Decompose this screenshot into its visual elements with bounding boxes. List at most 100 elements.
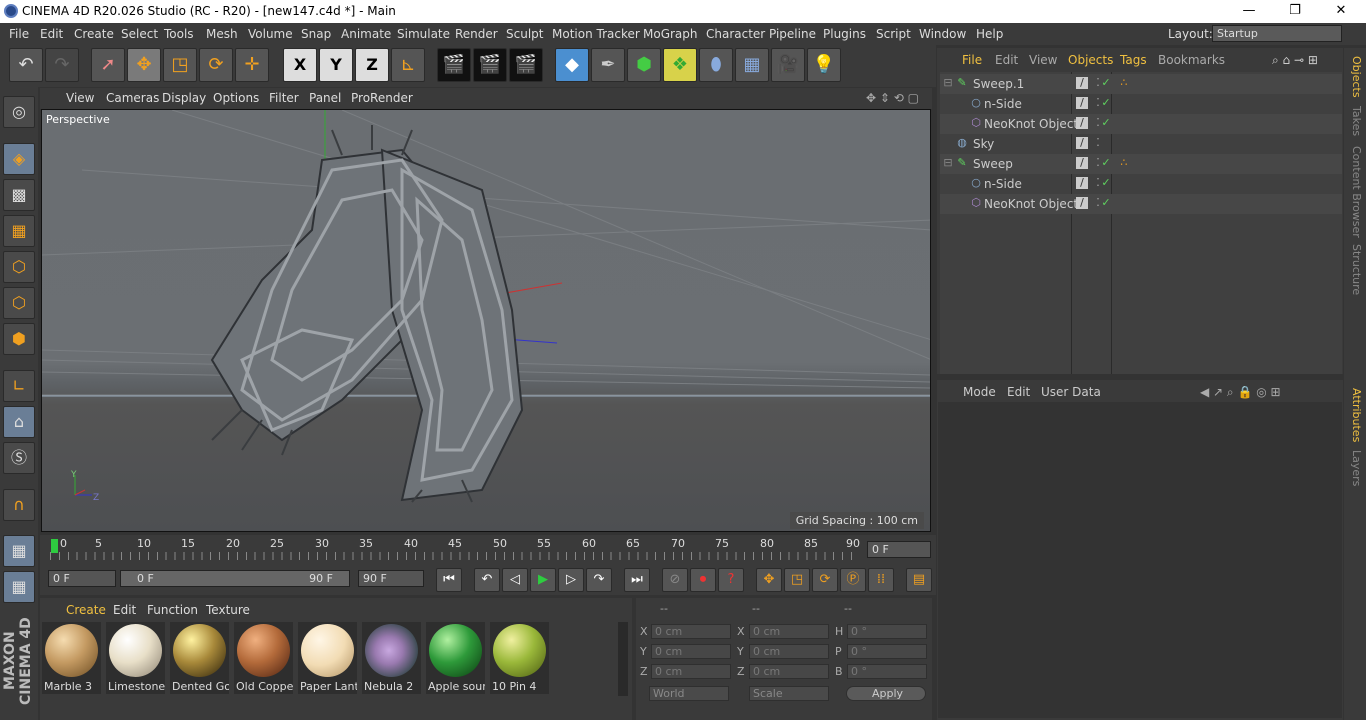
key-param-button[interactable]: Ⓟ — [840, 568, 866, 592]
rotation-h-field[interactable]: 0 ° — [847, 624, 927, 639]
layer-icon[interactable]: / — [1076, 157, 1088, 169]
layer-icon[interactable]: / — [1076, 77, 1088, 89]
material-swatch[interactable]: Dented Go — [170, 622, 229, 694]
workplane-button[interactable]: ▦ — [3, 215, 35, 247]
minimize-button[interactable]: — — [1226, 0, 1272, 23]
live-selection-button[interactable]: ➚ — [91, 48, 125, 82]
menu-window[interactable]: Window — [919, 27, 966, 41]
viewport-menu-cameras[interactable]: Cameras — [106, 91, 159, 105]
deformer-button[interactable]: ⬮ — [699, 48, 733, 82]
tab-layers[interactable]: Layers — [1347, 450, 1363, 486]
last-tool-button[interactable]: ✛ — [235, 48, 269, 82]
apply-button[interactable]: Apply — [846, 686, 926, 701]
floor-button[interactable]: ▦ — [735, 48, 769, 82]
attribute-menu-edit[interactable]: Edit — [1007, 385, 1030, 399]
menu-sculpt[interactable]: Sculpt — [506, 27, 543, 41]
menu-mesh[interactable]: Mesh — [206, 27, 238, 41]
object-row[interactable]: ⊟ ✎ Sweep / ⁚ ✓ ∴ — [940, 154, 1342, 174]
move-tool-button[interactable]: ✥ — [127, 48, 161, 82]
next-frame-button[interactable]: ▷ — [558, 568, 584, 592]
object-menu-file[interactable]: File — [962, 53, 982, 67]
current-frame-field[interactable]: 0 F — [867, 541, 931, 558]
menu-pipeline[interactable]: Pipeline — [769, 27, 816, 41]
viewport-menu-options[interactable]: Options — [213, 91, 259, 105]
position-y-field[interactable]: 0 cm — [651, 644, 731, 659]
tag-icon[interactable]: ∴ — [1118, 157, 1130, 169]
tweak-mode-button[interactable]: ⌂ — [3, 406, 35, 438]
size-mode-select[interactable]: Scale — [749, 686, 829, 701]
size-x-field[interactable]: 0 cm — [749, 624, 829, 639]
material-swatch[interactable]: Marble 3 — [42, 622, 101, 694]
material-scrollbar[interactable] — [618, 622, 628, 696]
light-button[interactable]: 💡 — [807, 48, 841, 82]
size-y-field[interactable]: 0 cm — [749, 644, 829, 659]
workplane-lock-button[interactable]: ▦ — [3, 535, 35, 567]
material-swatch[interactable]: Limestone — [106, 622, 165, 694]
pen-spline-button[interactable]: ✒ — [591, 48, 625, 82]
object-menu-bookmarks[interactable]: Bookmarks — [1158, 53, 1225, 67]
cloner-button[interactable]: ❖ — [663, 48, 697, 82]
tab-takes[interactable]: Takes — [1347, 106, 1363, 136]
next-key-button[interactable]: ↷ — [586, 568, 612, 592]
key-rotation-button[interactable]: ⟳ — [812, 568, 838, 592]
solo-button[interactable]: Ⓢ — [3, 442, 35, 474]
menu-character[interactable]: Character — [706, 27, 765, 41]
menu-help[interactable]: Help — [976, 27, 1003, 41]
layer-icon[interactable]: / — [1076, 97, 1088, 109]
collapse-icon[interactable]: ⊟ — [942, 157, 954, 169]
collapse-icon[interactable]: ⊟ — [942, 77, 954, 89]
menu-plugins[interactable]: Plugins — [823, 27, 866, 41]
tag-icon[interactable]: ∴ — [1118, 77, 1130, 89]
tab-content-browser[interactable]: Content Browser — [1347, 146, 1363, 238]
attribute-menu-user-data[interactable]: User Data — [1041, 385, 1101, 399]
material-swatch[interactable]: 10 Pin 4 — [490, 622, 549, 694]
menu-edit[interactable]: Edit — [40, 27, 63, 41]
axis-mode-button[interactable]: ∟ — [3, 370, 35, 402]
viewport-menu-filter[interactable]: Filter — [269, 91, 299, 105]
material-menu-create[interactable]: Create — [66, 603, 106, 617]
camera-button[interactable]: 🎥 — [771, 48, 805, 82]
layer-icon[interactable]: / — [1076, 197, 1088, 209]
material-swatch[interactable]: Old Coppe — [234, 622, 293, 694]
points-mode-button[interactable]: ⬡ — [3, 251, 35, 283]
subdivision-button[interactable]: ⬢ — [627, 48, 661, 82]
menu-mograph[interactable]: MoGraph — [643, 27, 698, 41]
layer-icon[interactable]: / — [1076, 177, 1088, 189]
material-menu-function[interactable]: Function — [147, 603, 198, 617]
render-settings-button[interactable]: 🎬 — [509, 48, 543, 82]
cube-object-button[interactable]: ◆ — [555, 48, 589, 82]
attribute-nav-icons[interactable]: ◀ ↗ ⌕ 🔒 ◎ ⊞ — [1200, 385, 1281, 400]
y-axis-lock-button[interactable]: Y — [319, 48, 353, 82]
scale-tool-button[interactable]: ◳ — [163, 48, 197, 82]
menu-animate[interactable]: Animate — [341, 27, 391, 41]
object-row[interactable]: ◍ Sky / ⁚ — [940, 134, 1342, 154]
timeline-window-button[interactable]: ▤ — [906, 568, 932, 592]
material-menu-texture[interactable]: Texture — [206, 603, 250, 617]
record-button[interactable]: ⏺ — [690, 568, 716, 592]
enabled-check[interactable]: ✓ — [1100, 97, 1112, 109]
undo-button[interactable]: ↶ — [9, 48, 43, 82]
close-button[interactable]: ✕ — [1318, 0, 1364, 23]
layer-icon[interactable]: / — [1076, 137, 1088, 149]
x-axis-lock-button[interactable]: X — [283, 48, 317, 82]
render-region-button[interactable]: 🎬 — [473, 48, 507, 82]
enabled-check[interactable]: ✓ — [1100, 157, 1112, 169]
object-menu-objects[interactable]: Objects — [1068, 53, 1113, 67]
play-button[interactable]: ▶ — [530, 568, 556, 592]
object-menu-edit[interactable]: Edit — [995, 53, 1018, 67]
auto-key-button[interactable]: ? — [718, 568, 744, 592]
material-menu-edit[interactable]: Edit — [113, 603, 136, 617]
menu-script[interactable]: Script — [876, 27, 911, 41]
menu-create[interactable]: Create — [74, 27, 114, 41]
enabled-check[interactable]: ✓ — [1100, 77, 1112, 89]
position-z-field[interactable]: 0 cm — [651, 664, 731, 679]
object-row[interactable]: ⬡ NeoKnot Object / ⁚ ✓ — [940, 114, 1342, 134]
layout-select[interactable]: Startup — [1212, 25, 1342, 42]
start-frame-field[interactable]: 0 F — [48, 570, 116, 587]
menu-tools[interactable]: Tools — [164, 27, 194, 41]
timeline-ruler[interactable] — [50, 552, 860, 560]
viewport-menu-display[interactable]: Display — [162, 91, 206, 105]
model-mode-button[interactable]: ◈ — [3, 143, 35, 175]
rotation-p-field[interactable]: 0 ° — [847, 644, 927, 659]
attribute-menu-mode[interactable]: Mode — [963, 385, 996, 399]
